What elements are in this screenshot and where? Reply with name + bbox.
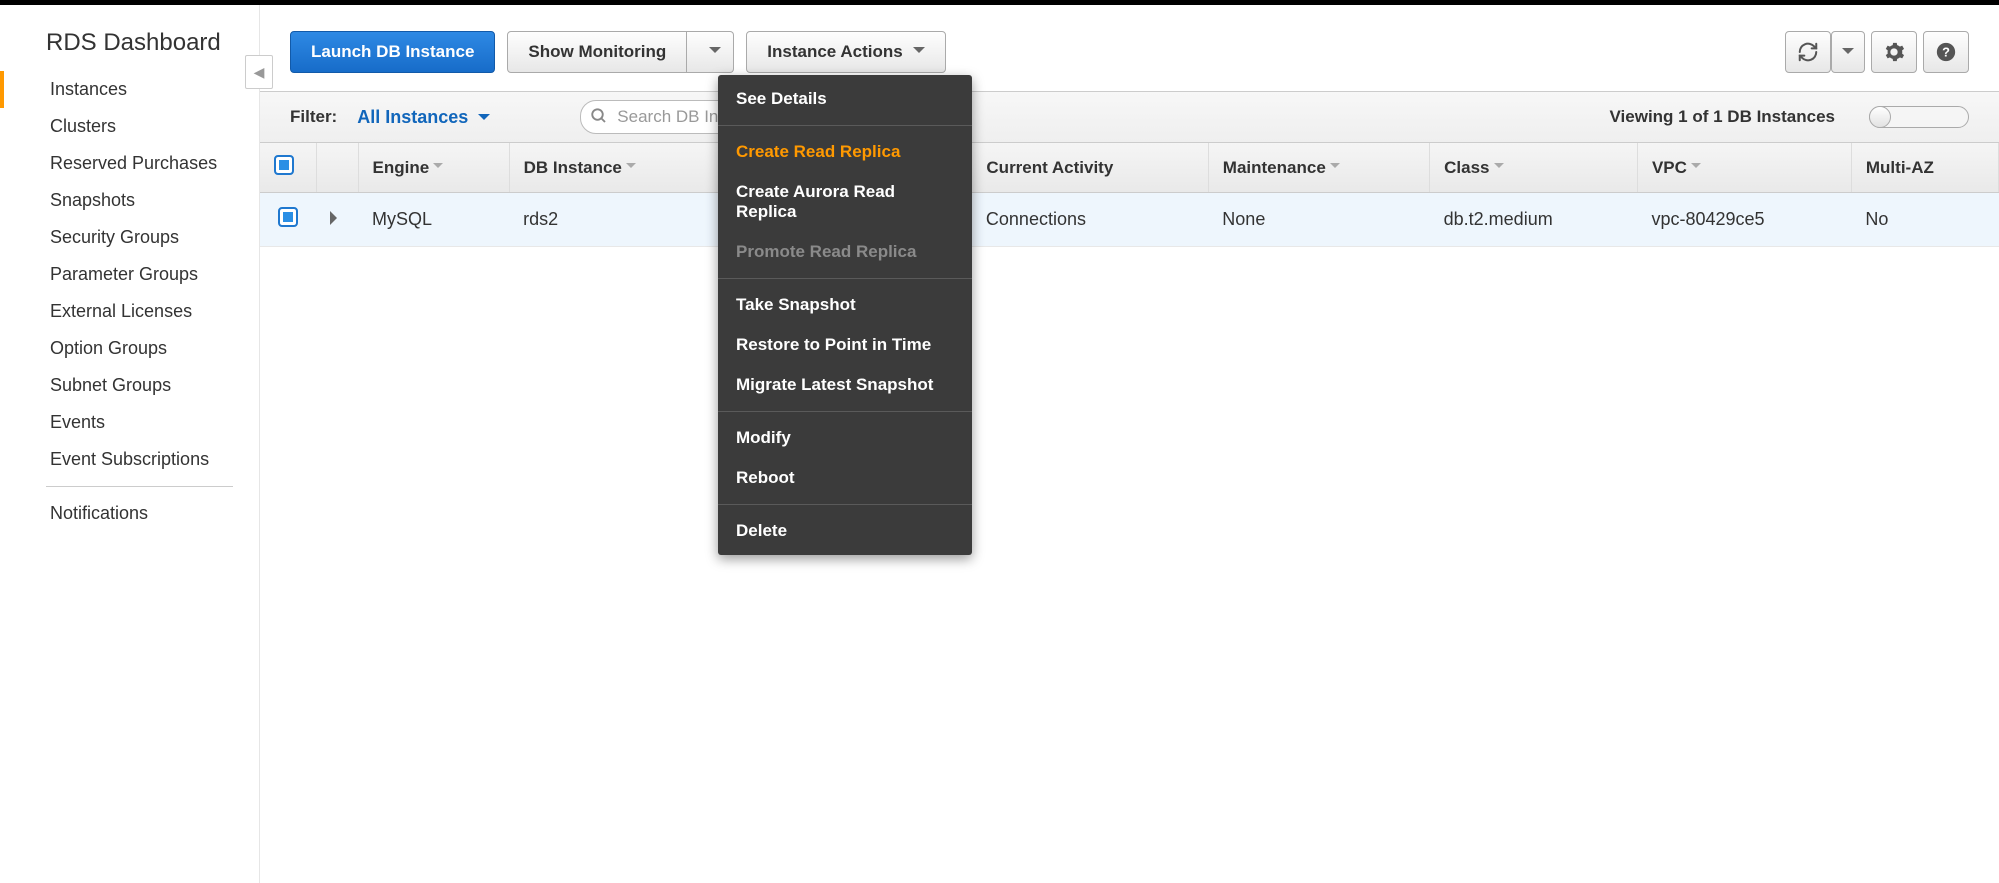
sidebar: RDS Dashboard InstancesClustersReserved … [0,5,260,883]
sort-icon [1687,158,1701,177]
instances-table: Engine DB Instance Status CPU Current Ac… [260,143,1999,247]
expand-row-icon[interactable] [330,211,344,225]
cell-db-instance: rds2 [509,193,723,247]
menu-separator [718,278,972,279]
sidebar-separator [46,486,233,487]
menu-item-delete[interactable]: Delete [718,511,972,551]
column-label: Engine [373,158,430,177]
menu-item-modify[interactable]: Modify [718,418,972,458]
column-label: DB Instance [524,158,622,177]
sidebar-item-events[interactable]: Events [0,404,259,441]
filter-select[interactable]: All Instances [357,107,490,128]
filter-bar: Filter: All Instances Viewing 1 of 1 DB … [260,91,1999,143]
chevron-down-icon [1842,42,1854,63]
column-label: Class [1444,158,1489,177]
svg-text:?: ? [1942,45,1950,60]
pager-knob [1869,106,1891,128]
menu-item-migrate-latest-snapshot[interactable]: Migrate Latest Snapshot [718,365,972,405]
viewing-count: Viewing 1 of 1 DB Instances [1610,107,1835,127]
show-monitoring-caret[interactable] [687,31,734,73]
menu-separator [718,125,972,126]
sidebar-item-parameter-groups[interactable]: Parameter Groups [0,256,259,293]
cell-multi-az: No [1851,193,1998,247]
menu-item-create-read-replica[interactable]: Create Read Replica [718,132,972,172]
table-header-row: Engine DB Instance Status CPU Current Ac… [260,143,1999,193]
column-header-class[interactable]: Class [1430,143,1638,193]
gear-icon [1883,41,1905,63]
sidebar-item-reserved-purchases[interactable]: Reserved Purchases [0,145,259,182]
menu-separator [718,411,972,412]
column-label: Maintenance [1223,158,1326,177]
sort-icon [1490,158,1504,177]
filter-label: Filter: [290,107,337,127]
menu-item-create-aurora-read-replica[interactable]: Create Aurora Read Replica [718,172,972,232]
show-monitoring-button[interactable]: Show Monitoring [507,31,687,73]
menu-item-see-details[interactable]: See Details [718,79,972,119]
column-header-maintenance[interactable]: Maintenance [1208,143,1429,193]
cell-engine: MySQL [358,193,509,247]
column-header-vpc[interactable]: VPC [1637,143,1851,193]
help-icon: ? [1935,41,1957,63]
refresh-icon [1797,41,1819,63]
refresh-caret[interactable] [1831,31,1865,73]
toolbar: Launch DB Instance Show Monitoring Insta… [260,31,1999,91]
column-label: VPC [1652,158,1687,177]
refresh-group [1785,31,1865,73]
column-header-select[interactable] [260,143,316,193]
sort-icon [622,158,636,177]
row-checkbox[interactable] [278,207,298,227]
sidebar-item-snapshots[interactable]: Snapshots [0,182,259,219]
settings-button[interactable] [1871,31,1917,73]
cell-maintenance: None [1208,193,1429,247]
column-header-multi-az[interactable]: Multi-AZ [1851,143,1998,193]
sidebar-item-option-groups[interactable]: Option Groups [0,330,259,367]
instance-actions-menu: See Details Create Read ReplicaCreate Aur… [718,75,972,555]
menu-item-reboot[interactable]: Reboot [718,458,972,498]
launch-db-instance-button[interactable]: Launch DB Instance [290,31,495,73]
pager[interactable] [1869,106,1969,128]
sidebar-collapse-handle[interactable]: ◀ [245,55,273,89]
menu-separator [718,504,972,505]
sidebar-item-clusters[interactable]: Clusters [0,108,259,145]
sort-icon [1326,158,1340,177]
cell-activity: Connections [972,193,1208,247]
toolbar-right: ? [1785,31,1969,73]
sidebar-item-subnet-groups[interactable]: Subnet Groups [0,367,259,404]
cell-vpc: vpc-80429ce5 [1637,193,1851,247]
sidebar-item-notifications[interactable]: Notifications [0,495,259,532]
column-label: Current Activity [986,158,1113,177]
show-monitoring-group: Show Monitoring [507,31,734,73]
column-header-engine[interactable]: Engine [358,143,509,193]
sort-icon [429,158,443,177]
menu-item-restore-to-point-in-time[interactable]: Restore to Point in Time [718,325,972,365]
sidebar-title[interactable]: RDS Dashboard [0,29,259,71]
sidebar-item-security-groups[interactable]: Security Groups [0,219,259,256]
table-row[interactable]: MySQLrds2availableConnectionsNonedb.t2.m… [260,193,1999,247]
column-header-expand [316,143,358,193]
chevron-down-icon [903,41,925,64]
column-header-activity[interactable]: Current Activity [972,143,1208,193]
cell-class: db.t2.medium [1430,193,1638,247]
instance-actions-label: Instance Actions [767,42,902,62]
menu-item-take-snapshot[interactable]: Take Snapshot [718,285,972,325]
instance-actions-button[interactable]: Instance Actions [746,31,945,73]
menu-item-promote-read-replica: Promote Read Replica [718,232,972,272]
sidebar-item-event-subscriptions[interactable]: Event Subscriptions [0,441,259,478]
column-header-db-instance[interactable]: DB Instance [509,143,723,193]
layout: RDS Dashboard InstancesClustersReserved … [0,5,1999,883]
refresh-button[interactable] [1785,31,1831,73]
checkbox-icon [274,155,294,175]
column-label: Multi-AZ [1866,158,1934,177]
sidebar-item-external-licenses[interactable]: External Licenses [0,293,259,330]
search-icon [590,107,608,125]
main: Launch DB Instance Show Monitoring Insta… [260,5,1999,883]
chevron-down-icon [699,41,721,64]
sidebar-item-instances[interactable]: Instances [0,71,259,108]
chevron-left-icon: ◀ [254,64,265,81]
help-button[interactable]: ? [1923,31,1969,73]
